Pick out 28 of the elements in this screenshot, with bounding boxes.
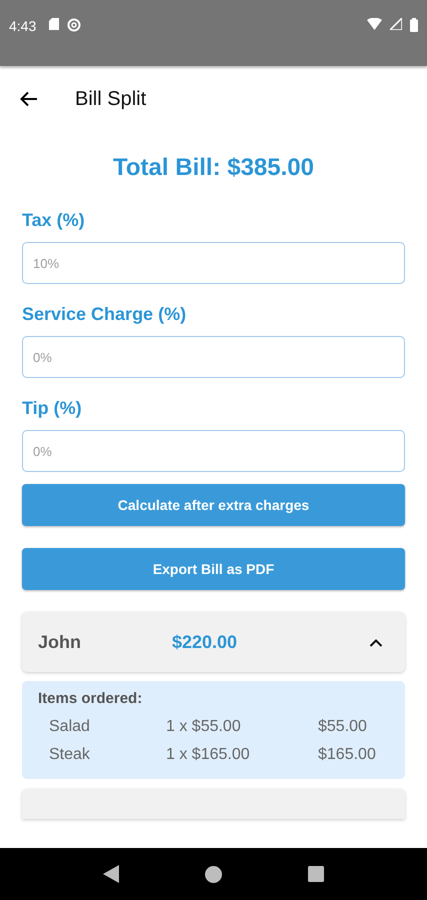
field-label: Service Charge (%) (22, 304, 186, 325)
status-time: 4:43 (9, 18, 36, 34)
home-nav-icon[interactable] (205, 866, 222, 882)
person-card[interactable]: John $220.00 (22, 612, 405, 672)
screen-title: Bill Split (75, 88, 146, 110)
item-total: $165.00 (318, 746, 376, 764)
field-label: Tax (%) (22, 210, 85, 231)
person-name: John (38, 632, 82, 652)
wifi-icon (367, 18, 382, 30)
action-button[interactable]: Calculate after extra charges (22, 484, 405, 526)
input-field[interactable]: 0% (22, 430, 405, 472)
person-amount: $220.00 (172, 632, 238, 652)
item-total: $55.00 (318, 718, 367, 736)
sd-card-icon (49, 18, 60, 30)
battery-icon (410, 18, 418, 32)
signal-icon (390, 18, 402, 30)
input-field[interactable]: 0% (22, 336, 405, 378)
item-name: Salad (49, 718, 91, 736)
item-name: Steak (49, 746, 91, 764)
item-quantity: 1 x $165.00 (166, 746, 251, 764)
back-arrow-icon (20, 91, 38, 107)
action-button[interactable]: Export Bill as PDF (22, 548, 405, 590)
back-nav-icon[interactable] (103, 865, 119, 883)
total-bill: Total Bill: $385.00 (113, 154, 314, 182)
input-field[interactable]: 10% (22, 242, 405, 284)
items-heading: Items ordered: (38, 690, 144, 707)
field-label: Tip (%) (22, 398, 82, 419)
item-quantity: 1 x $55.00 (166, 718, 242, 736)
